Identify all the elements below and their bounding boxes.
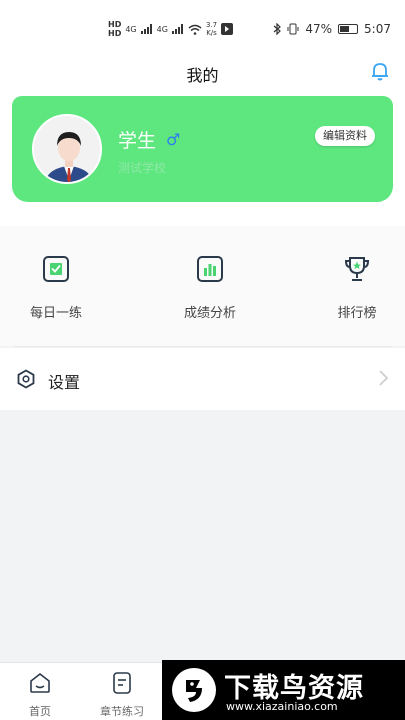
wifi-icon bbox=[188, 24, 202, 35]
feature-label: 成绩分析 bbox=[183, 306, 236, 321]
tab-chapter-practice[interactable]: 章节练习 bbox=[92, 671, 152, 719]
feature-daily-practice[interactable]: 每日一练 bbox=[6, 254, 106, 321]
net-label-2: 4G bbox=[156, 24, 168, 34]
signal-icon bbox=[140, 24, 153, 34]
battery-percent: 47% bbox=[305, 22, 333, 36]
name-row: 学生 ♂ bbox=[118, 126, 180, 153]
daily-check-icon bbox=[43, 256, 69, 282]
avatar[interactable] bbox=[32, 114, 102, 184]
bluetooth-icon bbox=[273, 23, 282, 35]
hd-badge-2: HD bbox=[108, 29, 122, 38]
tab-label: 首页 bbox=[29, 705, 51, 718]
hexagon-settings-icon bbox=[17, 369, 35, 389]
watermark-banner: 下载鸟资源 www.xiazainiao.com bbox=[162, 660, 405, 720]
chapter-doc-icon bbox=[113, 672, 131, 694]
user-name: 学生 bbox=[118, 130, 157, 152]
settings-row[interactable]: 设置 bbox=[0, 348, 405, 410]
school-name: 测试学校 bbox=[118, 161, 167, 175]
feature-label: 排行榜 bbox=[337, 306, 377, 321]
feature-leaderboard[interactable]: 排行榜 bbox=[307, 254, 405, 321]
hd-badge-1: HD bbox=[108, 20, 122, 29]
app-notification-icon bbox=[221, 23, 234, 35]
battery-icon bbox=[338, 24, 359, 34]
page-title: 我的 bbox=[186, 66, 219, 85]
net-label-1: 4G bbox=[125, 24, 137, 34]
settings-label: 设置 bbox=[48, 373, 81, 392]
tab-home[interactable]: 首页 bbox=[10, 671, 70, 719]
avatar-person-icon bbox=[34, 116, 100, 182]
male-icon: ♂ bbox=[166, 130, 181, 149]
trophy-icon bbox=[344, 257, 370, 281]
vibrate-icon bbox=[287, 23, 299, 35]
chevron-right-icon bbox=[379, 370, 389, 386]
status-left: HD HD 4G 4G 3.7 K/s bbox=[108, 20, 234, 38]
status-bar: HD HD 4G 4G 3.7 K/s 47% 5:07 bbox=[0, 0, 405, 50]
page-header: 我的 bbox=[0, 50, 405, 94]
bar-chart-icon bbox=[197, 256, 223, 282]
watermark-bird-logo-icon bbox=[172, 668, 216, 712]
divider bbox=[14, 346, 391, 347]
watermark-url: www.xiazainiao.com bbox=[226, 700, 338, 713]
clock: 5:07 bbox=[364, 22, 391, 36]
speed-unit: K/s bbox=[206, 29, 217, 37]
edit-profile-button[interactable]: 编辑资料 bbox=[315, 126, 375, 146]
bell-icon[interactable] bbox=[369, 60, 391, 82]
feature-label: 每日一练 bbox=[29, 306, 82, 321]
signal-icon-2 bbox=[171, 24, 184, 34]
profile-card[interactable]: 学生 ♂ 测试学校 编辑资料 bbox=[12, 96, 393, 202]
net-speed: 3.7 K/s bbox=[206, 21, 217, 37]
tab-label: 章节练习 bbox=[100, 705, 144, 718]
status-right: 47% 5:07 bbox=[273, 22, 391, 36]
feature-grid: 每日一练 成绩分析 排行榜 bbox=[0, 226, 405, 346]
feature-score-analysis[interactable]: 成绩分析 bbox=[160, 254, 260, 321]
home-icon bbox=[30, 672, 50, 693]
profile-area: 学生 ♂ 测试学校 编辑资料 bbox=[0, 94, 405, 226]
speed-value: 3.7 bbox=[205, 21, 218, 29]
